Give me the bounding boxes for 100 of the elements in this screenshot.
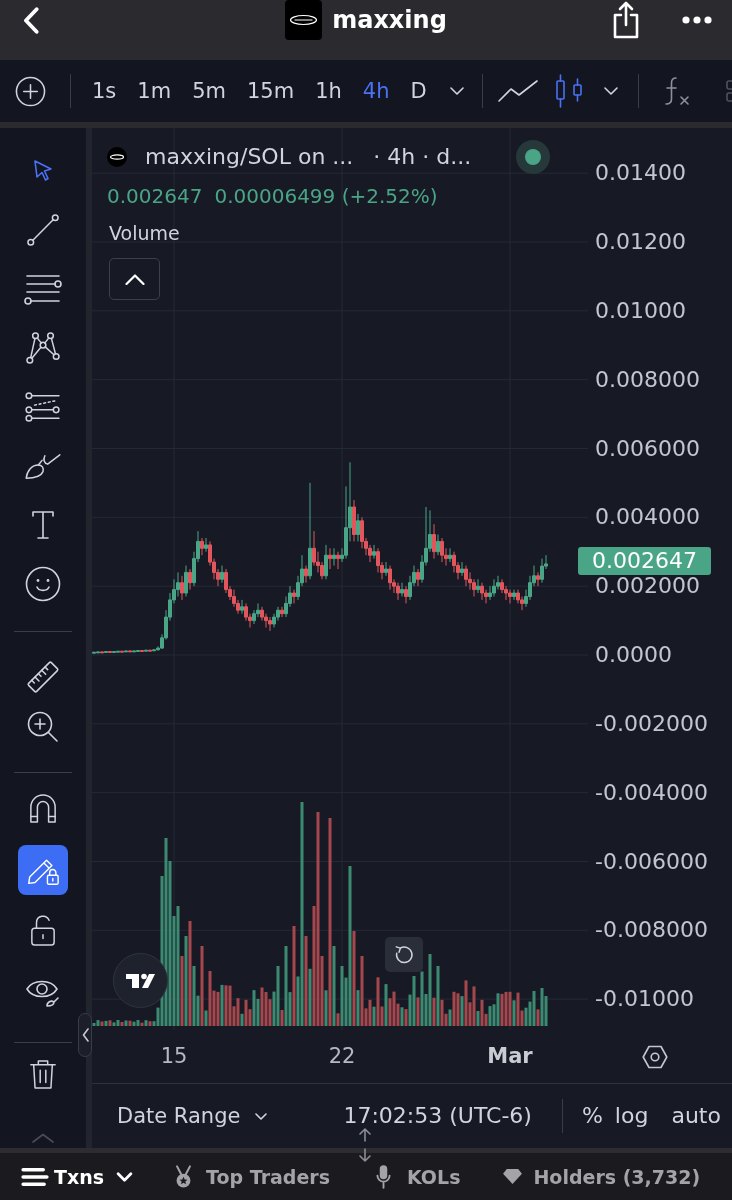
candlestick	[104, 650, 108, 654]
microphone-icon[interactable]	[376, 1164, 391, 1189]
candlestick	[432, 523, 436, 560]
app-title: maxxing	[332, 5, 447, 35]
pattern-icon[interactable]	[26, 332, 60, 364]
candlestick	[304, 565, 308, 584]
candlestick	[136, 649, 140, 652]
reset-icon[interactable]	[394, 944, 414, 965]
collapse-handle[interactable]	[78, 1013, 92, 1057]
collapse-button[interactable]	[109, 258, 160, 300]
candlestick	[464, 565, 468, 587]
logo-icon	[107, 147, 127, 167]
interval-tab[interactable]: D	[410, 76, 427, 106]
candlestick	[108, 650, 112, 653]
text-icon[interactable]	[31, 510, 55, 540]
scale-option[interactable]: auto	[671, 1102, 721, 1130]
chevron-down-icon[interactable]	[449, 87, 464, 95]
add-icon[interactable]	[15, 75, 46, 107]
candlestick	[92, 651, 96, 654]
zoom-in-icon[interactable]	[27, 711, 59, 743]
chevron-left-icon[interactable]	[81, 1028, 89, 1042]
bottom-tab[interactable]: Txns	[20, 1163, 134, 1190]
price-label: 0.01200	[595, 231, 686, 253]
price-label: 0.006000	[595, 437, 700, 460]
bottom-tab[interactable]: KOLs	[376, 1163, 461, 1190]
medal-icon[interactable]	[174, 1164, 194, 1189]
chevron-down-icon[interactable]	[255, 1112, 268, 1120]
interval-tab[interactable]: 4h	[362, 76, 390, 106]
candlestick	[144, 649, 148, 652]
candlestick	[116, 650, 120, 653]
function-icon[interactable]	[662, 76, 691, 106]
diamond-icon[interactable]	[502, 1168, 524, 1185]
chevron-down-icon[interactable]	[603, 87, 618, 95]
candlestick	[200, 537, 204, 556]
price-change: 0.00006499 (+2.52%)	[214, 183, 438, 209]
candlestick	[388, 565, 392, 591]
candlestick	[184, 565, 188, 597]
clock-time: 17:02:53 (UTC-6)	[343, 1102, 532, 1130]
candlestick	[352, 499, 356, 542]
brush-icon[interactable]	[24, 452, 62, 480]
candlestick	[132, 650, 136, 653]
dotted-lines-icon[interactable]	[25, 392, 61, 422]
price-label: 0.01000	[595, 299, 686, 322]
bottom-tab[interactable]: Holders (3,732)	[502, 1163, 701, 1190]
candlestick	[180, 575, 184, 601]
interval-tab[interactable]: 15m	[246, 76, 295, 106]
price-tag: 0.002647	[578, 546, 711, 575]
candlestick	[476, 578, 480, 594]
candlestick	[204, 537, 208, 553]
share-icon[interactable]	[612, 1, 640, 39]
interval-tab[interactable]: 1m	[137, 76, 172, 106]
candlestick	[148, 649, 152, 652]
candlestick	[128, 650, 132, 653]
padlock-icon[interactable]	[30, 915, 56, 947]
price-label: 0.004000	[595, 506, 700, 529]
candlestick	[112, 650, 116, 653]
price-label: -0.008000	[595, 919, 708, 942]
interval-tab[interactable]: 5m	[192, 76, 226, 106]
price-label: -0.004000	[595, 781, 708, 804]
ruler-icon[interactable]	[26, 660, 60, 694]
smiley-icon[interactable]	[25, 566, 61, 602]
settings-icon[interactable]	[642, 1044, 668, 1069]
candlestick	[440, 537, 444, 563]
candlestick	[416, 568, 420, 587]
pencil-lock-button[interactable]	[18, 845, 68, 895]
list-icon[interactable]	[20, 1166, 50, 1187]
logo-icon[interactable]	[113, 953, 168, 1008]
horizontal-lines-icon[interactable]	[24, 273, 62, 305]
candlestick	[492, 578, 496, 597]
interval-tab[interactable]: 1h	[315, 76, 342, 106]
line-chart-icon[interactable]	[497, 80, 538, 102]
back-icon[interactable]	[22, 6, 40, 34]
candlestick	[384, 561, 388, 577]
candlestick	[96, 651, 100, 654]
candlestick	[512, 589, 516, 601]
line-segment-icon[interactable]	[27, 214, 59, 246]
price-label: 0.002000	[595, 575, 700, 598]
resize-icon[interactable]	[358, 1128, 372, 1162]
date-range-button[interactable]: Date Range	[117, 1102, 268, 1130]
interval-tab[interactable]: 1s	[92, 76, 117, 106]
price-label: 0.008000	[595, 368, 700, 391]
time-label: 15	[160, 1043, 188, 1070]
pointer-icon[interactable]	[33, 158, 53, 184]
reset-button[interactable]	[385, 937, 423, 972]
candlestick	[328, 547, 332, 570]
candlestick-icon[interactable]	[554, 73, 583, 109]
candlestick	[332, 547, 336, 566]
scale-option[interactable]: log	[614, 1102, 649, 1130]
scale-option[interactable]: %	[581, 1102, 603, 1130]
more-icon[interactable]	[682, 16, 712, 24]
candlestick	[152, 648, 156, 652]
candlestick	[396, 582, 400, 601]
status-dot-icon	[516, 140, 550, 174]
candlestick	[188, 568, 192, 591]
trash-icon[interactable]	[29, 1058, 57, 1090]
candlestick	[536, 571, 540, 587]
logo-icon	[285, 0, 323, 40]
candlestick	[292, 589, 296, 604]
magnet-icon[interactable]	[29, 794, 57, 824]
bottom-tab[interactable]: Top Traders	[174, 1163, 330, 1190]
